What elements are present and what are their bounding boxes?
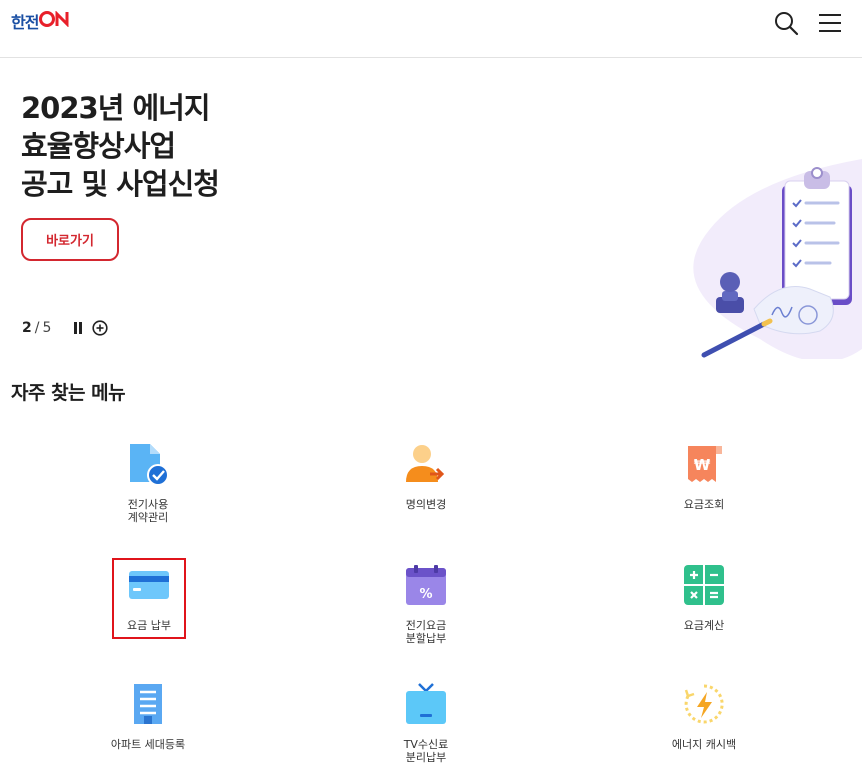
menu-label: TV수신료 분리납부 xyxy=(403,738,449,764)
pager-total: 5 xyxy=(42,320,52,336)
person-transfer-icon xyxy=(404,442,448,486)
menu-label: 전기요금 분할납부 xyxy=(405,619,447,645)
logo-text-kepco: 한전 xyxy=(11,13,39,32)
menu-tv-fee-payment[interactable]: TV수신료 분리납부 xyxy=(346,682,506,764)
menu-bill-payment[interactable]: 요금 납부 xyxy=(112,558,186,639)
calendar-percent-icon: % xyxy=(404,563,448,607)
top-header: 한전 xyxy=(0,0,862,58)
bill-won-icon: ₩ xyxy=(682,442,726,486)
pager-current: 2 xyxy=(22,320,32,336)
credit-card-icon xyxy=(127,563,171,607)
kepco-on-logo[interactable]: 한전 xyxy=(11,10,73,32)
menu-bill-inquiry[interactable]: ₩ 요금조회 xyxy=(624,442,784,511)
menu-bill-calculator[interactable]: 요금계산 xyxy=(624,563,784,632)
hamburger-icon xyxy=(819,14,841,32)
menu-installment-payment[interactable]: % 전기요금 분할납부 xyxy=(346,563,506,645)
menu-label: 요금 납부 xyxy=(127,619,171,632)
menu-name-change[interactable]: 명의변경 xyxy=(346,442,506,511)
quick-menu-title: 자주 찾는 메뉴 xyxy=(11,382,126,404)
search-icon xyxy=(775,12,799,36)
svg-text:%: % xyxy=(419,587,432,602)
calculator-icon xyxy=(682,563,726,607)
menu-button[interactable] xyxy=(817,10,843,36)
search-button[interactable] xyxy=(773,10,799,36)
menu-label: 아파트 세대등록 xyxy=(110,738,186,751)
menu-energy-cashback[interactable]: 에너지 캐시백 xyxy=(624,682,784,751)
menu-contract-management[interactable]: 전기사용 계약관리 xyxy=(68,442,228,524)
plus-circle-icon[interactable] xyxy=(92,320,108,336)
apartment-icon xyxy=(126,682,170,726)
banner-title: 2023년 에너지 효율향상사업 공고 및 사업신청 xyxy=(21,91,220,201)
menu-label: 명의변경 xyxy=(405,498,447,511)
menu-label: 전기사용 계약관리 xyxy=(127,498,169,524)
go-button[interactable]: 바로가기 xyxy=(21,218,119,261)
pager-separator: / xyxy=(34,320,40,336)
on-logo-icon xyxy=(39,10,69,28)
svg-text:₩: ₩ xyxy=(694,456,711,474)
menu-label: 에너지 캐시백 xyxy=(671,738,737,751)
clipboard-contract-illustration xyxy=(693,159,862,359)
logo-text-on xyxy=(39,10,73,31)
menu-apartment-registration[interactable]: 아파트 세대등록 xyxy=(68,682,228,751)
tv-icon xyxy=(404,682,448,726)
pause-icon[interactable] xyxy=(73,322,83,334)
main-banner: 2023년 에너지 효율향상사업 공고 및 사업신청 바로가기 2 / 5 xyxy=(0,59,862,359)
banner-pager: 2 / 5 xyxy=(22,320,108,336)
menu-label: 요금계산 xyxy=(683,619,725,632)
document-check-icon xyxy=(126,442,170,486)
energy-cashback-icon xyxy=(682,682,726,726)
menu-label: 요금조회 xyxy=(683,498,725,511)
